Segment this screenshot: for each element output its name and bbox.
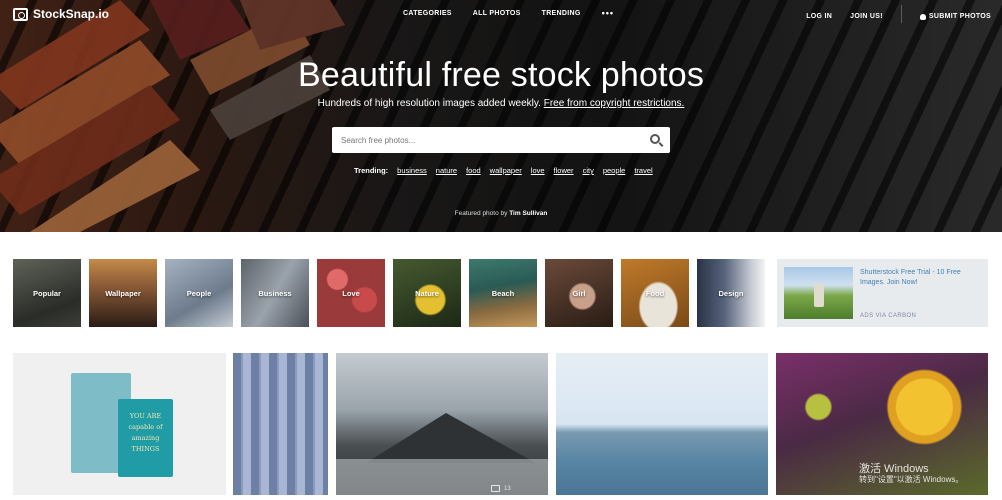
login-link[interactable]: LOG IN <box>806 13 832 20</box>
trending-tag[interactable]: flower <box>554 166 574 175</box>
category-business[interactable]: Business <box>241 259 309 327</box>
search-icon[interactable] <box>650 134 660 144</box>
ad-via-carbon[interactable]: ADS VIA CARBON <box>860 313 916 319</box>
featured-credit: Featured photo by Tim Sullivan <box>0 210 1002 217</box>
category-label: Love <box>342 288 360 298</box>
nav-all-photos[interactable]: ALL PHOTOS <box>473 10 521 17</box>
trending-tag[interactable]: business <box>397 166 427 175</box>
category-label: People <box>186 288 212 298</box>
carbon-ad[interactable]: Shutterstock Free Trial - 10 Free Images… <box>777 259 988 327</box>
join-link[interactable]: JOIN US! <box>850 13 883 20</box>
category-label: Business <box>258 288 292 298</box>
top-nav: StockSnap.io CATEGORIES ALL PHOTOS TREND… <box>0 0 1002 30</box>
submit-photos-button[interactable]: SUBMIT PHOTOS <box>919 13 991 20</box>
search-bar <box>332 127 670 153</box>
nav-account: LOG IN JOIN US! SUBMIT PHOTOS <box>806 5 991 23</box>
hero-subtitle-text: Hundreds of high resolution images added… <box>317 98 541 109</box>
hero-banner: StockSnap.io CATEGORIES ALL PHOTOS TREND… <box>0 0 1002 232</box>
mist-layer <box>336 459 548 495</box>
nav-trending[interactable]: TRENDING <box>542 10 581 17</box>
copyright-link[interactable]: Free from copyright restrictions. <box>544 98 685 109</box>
photo-sea-skyline[interactable] <box>556 353 768 495</box>
notebook-front: YOU ARE capable of amazing THINGS <box>118 399 173 477</box>
trending-tag[interactable]: city <box>583 166 594 175</box>
trending-tag[interactable]: people <box>603 166 626 175</box>
category-label: Food <box>645 288 665 298</box>
featured-author-link[interactable]: Tim Sullivan <box>509 210 547 217</box>
trending-tags: Trending: business nature food wallpaper… <box>354 166 653 175</box>
more-menu-icon[interactable]: ••• <box>602 9 614 18</box>
photo-count: 13 <box>504 486 511 492</box>
submit-label: SUBMIT PHOTOS <box>928 13 991 20</box>
category-label: Nature <box>415 288 439 298</box>
category-label: Design <box>718 288 744 298</box>
category-wallpaper[interactable]: Wallpaper <box>89 259 157 327</box>
logo-text: StockSnap.io <box>33 7 110 21</box>
category-love[interactable]: Love <box>317 259 385 327</box>
trending-label: Trending: <box>354 166 389 175</box>
hill-shape <box>366 413 536 463</box>
camera-icon <box>491 485 500 492</box>
category-girl[interactable]: Girl <box>545 259 613 327</box>
ad-text[interactable]: Shutterstock Free Trial - 10 Free Images… <box>860 268 980 288</box>
category-nature[interactable]: Nature <box>393 259 461 327</box>
category-design[interactable]: Design <box>697 259 765 327</box>
category-label: Beach <box>491 288 515 298</box>
windows-activation-hint: 转到"设置"以激活 Windows。 <box>859 475 964 484</box>
trending-tag[interactable]: food <box>466 166 481 175</box>
hero-overlay <box>0 0 1002 232</box>
trending-tag[interactable]: nature <box>436 166 457 175</box>
hero-subtitle: Hundreds of high resolution images added… <box>0 98 1002 109</box>
category-food[interactable]: Food <box>621 259 689 327</box>
photo-misty-hill[interactable]: 13 <box>336 353 548 495</box>
trending-tag[interactable]: wallpaper <box>490 166 522 175</box>
trending-tag[interactable]: love <box>531 166 545 175</box>
logo[interactable]: StockSnap.io <box>13 7 109 21</box>
category-label: Popular <box>33 288 61 298</box>
featured-prefix: Featured photo by <box>454 210 508 217</box>
user-icon <box>919 13 926 20</box>
category-label: Girl <box>572 288 586 298</box>
category-popular[interactable]: Popular <box>13 259 81 327</box>
nav-divider <box>900 5 902 23</box>
nav-categories[interactable]: CATEGORIES <box>403 10 452 17</box>
search-input[interactable] <box>341 135 641 145</box>
category-beach[interactable]: Beach <box>469 259 537 327</box>
category-strip: Popular Wallpaper People Business Love N… <box>13 259 765 327</box>
camera-icon <box>13 7 28 21</box>
category-people[interactable]: People <box>165 259 233 327</box>
nav-links: CATEGORIES ALL PHOTOS TRENDING ••• <box>403 9 614 18</box>
ad-image[interactable] <box>784 267 853 319</box>
photo-notebooks[interactable]: YOU ARE capable of amazing THINGS <box>13 353 226 495</box>
category-label: Wallpaper <box>105 288 141 298</box>
photo-building-facade[interactable] <box>233 353 328 495</box>
hero-title: Beautiful free stock photos <box>297 56 705 94</box>
trending-tag[interactable]: travel <box>634 166 652 175</box>
